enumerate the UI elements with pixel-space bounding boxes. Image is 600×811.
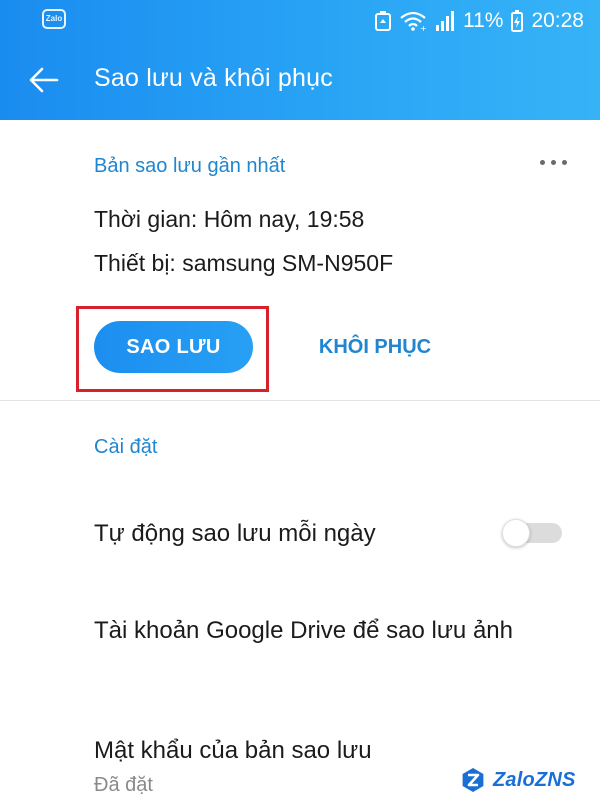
zalozns-logo-icon bbox=[462, 768, 484, 792]
auto-backup-toggle[interactable] bbox=[502, 519, 562, 547]
toggle-thumb bbox=[502, 519, 530, 547]
backup-button[interactable]: SAO LƯU bbox=[94, 321, 253, 373]
section-divider bbox=[0, 400, 600, 401]
clock: 20:28 bbox=[531, 9, 584, 32]
battery-percent: 11% bbox=[462, 9, 504, 32]
data-saver-icon bbox=[374, 11, 391, 31]
backup-password-status: Đã đặt bbox=[94, 774, 153, 796]
backup-password-label: Mật khẩu của bản sao lưu bbox=[94, 737, 372, 764]
app-header: Zalo + 11% 20:28 Sao lưu và khôi phục bbox=[0, 0, 600, 120]
status-indicators: + 11% 20:28 bbox=[374, 8, 584, 34]
more-dot bbox=[561, 159, 567, 165]
watermark-text: ZaloZNS bbox=[493, 768, 576, 791]
more-horizontal-icon bbox=[539, 159, 545, 165]
zalo-notification-icon: Zalo bbox=[42, 9, 66, 29]
arrow-left-icon bbox=[29, 67, 59, 93]
more-options-button[interactable] bbox=[531, 150, 575, 174]
settings-heading: Cài đặt bbox=[94, 436, 158, 458]
backup-time: Thời gian: Hôm nay, 19:58 bbox=[94, 206, 365, 232]
auto-backup-label: Tự động sao lưu mỗi ngày bbox=[94, 520, 376, 547]
google-drive-account-label: Tài khoản Google Drive để sao lưu ảnh bbox=[94, 617, 513, 644]
battery-charging-icon bbox=[511, 10, 524, 32]
restore-button[interactable]: KHÔI PHỤC bbox=[300, 321, 450, 373]
svg-text:+: + bbox=[420, 24, 427, 31]
zalozns-watermark: ZaloZNS bbox=[459, 766, 576, 794]
wifi-icon: + bbox=[400, 11, 427, 31]
backup-device: Thiết bị: samsung SM-N950F bbox=[94, 250, 394, 276]
status-bar: Zalo + 11% 20:28 bbox=[0, 0, 600, 40]
back-button[interactable] bbox=[22, 58, 66, 102]
latest-backup-heading: Bản sao lưu gần nhất bbox=[94, 155, 286, 177]
more-dot bbox=[550, 159, 556, 165]
page-title: Sao lưu và khôi phục bbox=[94, 64, 333, 92]
signal-icon bbox=[435, 11, 454, 31]
app-bar: Sao lưu và khôi phục bbox=[0, 40, 600, 120]
